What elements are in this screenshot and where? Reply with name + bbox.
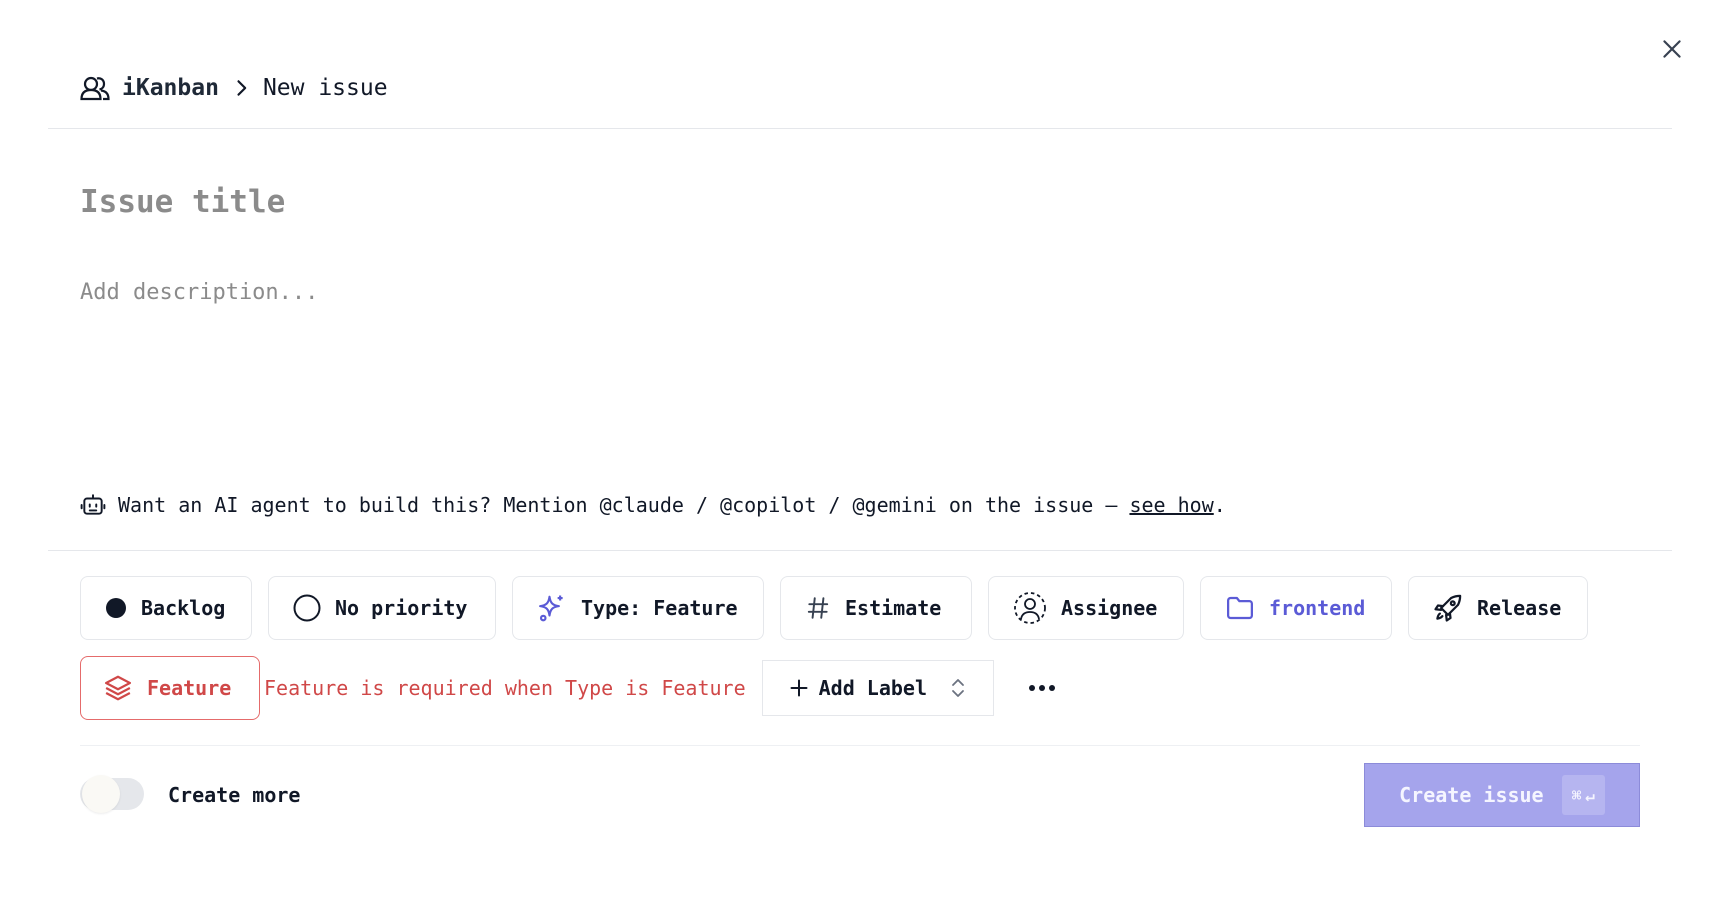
- ai-hint-text: Want an AI agent to build this? Mention …: [118, 493, 1130, 517]
- feature-error-message: Feature is required when Type is Feature: [264, 676, 746, 700]
- robot-icon: [80, 492, 106, 518]
- feature-row: Feature Feature is required when Type is…: [80, 656, 1064, 720]
- keyboard-shortcut: ⌘ ↵: [1561, 775, 1605, 815]
- create-issue-button[interactable]: Create issue ⌘ ↵: [1364, 763, 1640, 827]
- feature-button[interactable]: Feature: [80, 656, 260, 720]
- create-more-label: Create more: [168, 783, 301, 807]
- priority-label: No priority: [335, 596, 468, 620]
- chevron-right-icon: [231, 78, 251, 98]
- estimate-label: Estimate: [845, 596, 942, 620]
- status-button[interactable]: Backlog: [80, 576, 252, 640]
- header-divider: [48, 128, 1672, 129]
- properties-row: Backlog No priority Type: Feature Estima…: [80, 576, 1588, 640]
- properties-divider: [48, 550, 1672, 551]
- folder-icon: [1225, 593, 1255, 623]
- rocket-icon: [1433, 593, 1463, 623]
- add-label-button[interactable]: Add Label: [761, 660, 994, 716]
- ai-hint-suffix: .: [1213, 493, 1226, 517]
- new-issue-modal: iKanban New issue Want an AI agent to bu…: [0, 0, 1720, 898]
- toggle-knob: [82, 775, 120, 813]
- breadcrumb-current-page: New issue: [262, 75, 388, 101]
- assignee-button[interactable]: Assignee: [988, 576, 1184, 640]
- filled-circle-icon: [105, 597, 127, 619]
- breadcrumb-workspace[interactable]: iKanban: [122, 75, 219, 101]
- issue-description-input[interactable]: [80, 280, 1580, 460]
- layers-icon: [103, 673, 133, 703]
- plus-icon: [789, 678, 809, 698]
- add-label-text: Add Label: [818, 676, 928, 700]
- enter-key: ↵: [1585, 785, 1595, 805]
- close-button[interactable]: [1654, 31, 1690, 67]
- status-label: Backlog: [141, 596, 226, 620]
- command-key: ⌘: [1571, 785, 1582, 805]
- close-icon: [1663, 40, 1681, 58]
- release-button[interactable]: Release: [1408, 576, 1588, 640]
- sparkles-icon: [537, 593, 567, 623]
- ai-agent-hint: Want an AI agent to build this? Mention …: [80, 490, 1226, 520]
- type-button[interactable]: Type: Feature: [512, 576, 764, 640]
- create-issue-label: Create issue: [1399, 783, 1544, 807]
- project-label: frontend: [1269, 596, 1366, 620]
- project-button[interactable]: frontend: [1200, 576, 1392, 640]
- feature-label: Feature: [147, 676, 232, 700]
- chevron-up-down-icon: [949, 677, 967, 699]
- footer-divider: [80, 745, 1640, 746]
- empty-circle-icon: [293, 594, 321, 622]
- estimate-button[interactable]: Estimate: [780, 576, 972, 640]
- release-label: Release: [1477, 596, 1562, 620]
- issue-title-input[interactable]: [80, 176, 1480, 228]
- see-how-link[interactable]: see how: [1129, 493, 1213, 517]
- user-circle-icon: [1013, 591, 1047, 625]
- team-icon: [80, 75, 110, 101]
- priority-button[interactable]: No priority: [268, 576, 496, 640]
- breadcrumb: iKanban New issue: [80, 70, 388, 106]
- ellipsis-icon: [1028, 685, 1055, 691]
- more-options-button[interactable]: [1020, 666, 1064, 710]
- hash-icon: [805, 595, 831, 621]
- assignee-label: Assignee: [1061, 596, 1158, 620]
- create-more-toggle[interactable]: [80, 775, 144, 813]
- type-label: Type: Feature: [581, 596, 738, 620]
